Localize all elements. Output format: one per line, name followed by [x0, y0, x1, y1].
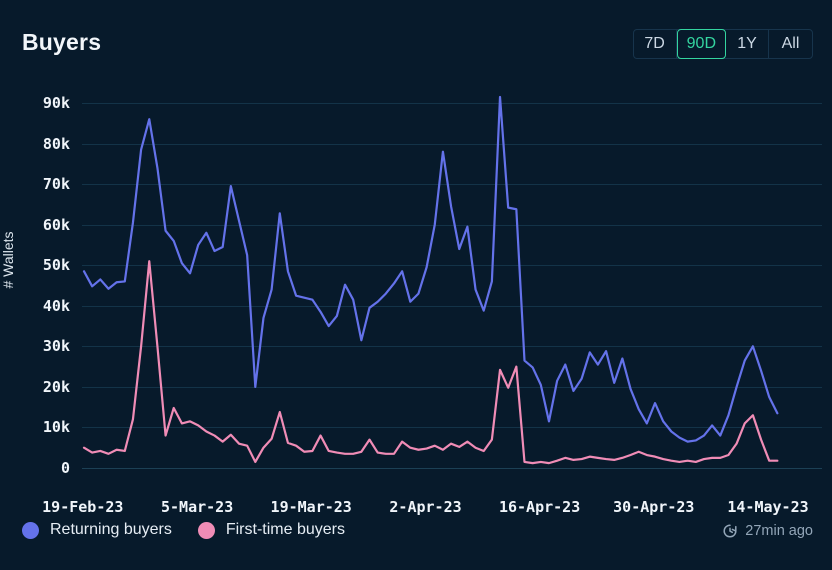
- range-button-90d[interactable]: 90D: [677, 29, 726, 59]
- y-tick-label: 90k: [14, 94, 70, 112]
- legend-item-first-time-buyers[interactable]: First-time buyers: [198, 521, 345, 539]
- x-axis-ticks: 19-Feb-23 5-Mar-23 19-Mar-23 2-Apr-23 16-Apr…: [0, 498, 832, 522]
- chart-series-layer: [82, 70, 822, 495]
- range-button-7d[interactable]: 7D: [634, 30, 677, 58]
- last-updated: 27min ago: [722, 523, 813, 539]
- y-tick-label: 40k: [14, 297, 70, 315]
- x-tick-label: 19-Feb-23: [42, 498, 123, 516]
- range-button-all[interactable]: All: [769, 30, 812, 58]
- chart-plot-area: # Wallets 010k20k30k40k50k60k70k80k90k: [0, 70, 832, 495]
- y-tick-label: 0: [14, 459, 70, 477]
- chart-svg: [82, 70, 822, 495]
- range-button-1y[interactable]: 1Y: [726, 30, 769, 58]
- y-tick-label: 10k: [14, 418, 70, 436]
- clock-refresh-icon: [722, 523, 738, 539]
- series-line-returning-buyers: [84, 97, 777, 442]
- y-tick-label: 50k: [14, 256, 70, 274]
- x-tick-label: 14-May-23: [727, 498, 808, 516]
- y-tick-label: 30k: [14, 337, 70, 355]
- x-tick-label: 19-Mar-23: [271, 498, 352, 516]
- card-header: Buyers 7D90D1YAll: [0, 0, 832, 70]
- x-tick-label: 2-Apr-23: [389, 498, 461, 516]
- x-tick-label: 30-Apr-23: [613, 498, 694, 516]
- buyers-chart-card: Buyers 7D90D1YAll # Wallets 010k20k30k40…: [0, 0, 832, 570]
- time-range-selector[interactable]: 7D90D1YAll: [633, 29, 813, 59]
- y-tick-label: 60k: [14, 216, 70, 234]
- y-axis-ticks: 0 10k 20k 30k 40k 50k 60k 70k 80k 90k: [14, 70, 70, 495]
- x-tick-label: 5-Mar-23: [161, 498, 233, 516]
- updated-text: 27min ago: [745, 523, 813, 539]
- legend-label-first-time-buyers: First-time buyers: [226, 521, 345, 539]
- y-tick-label: 20k: [14, 378, 70, 396]
- legend-dot-first-time-buyers: [198, 522, 215, 539]
- y-tick-label: 70k: [14, 175, 70, 193]
- x-tick-label: 16-Apr-23: [499, 498, 580, 516]
- page-title: Buyers: [22, 29, 101, 56]
- legend-label-returning-buyers: Returning buyers: [50, 521, 172, 539]
- legend-item-returning-buyers[interactable]: Returning buyers: [22, 521, 172, 539]
- y-tick-label: 80k: [14, 135, 70, 153]
- legend-dot-returning-buyers: [22, 522, 39, 539]
- chart-legend: Returning buyers First-time buyers: [22, 521, 345, 539]
